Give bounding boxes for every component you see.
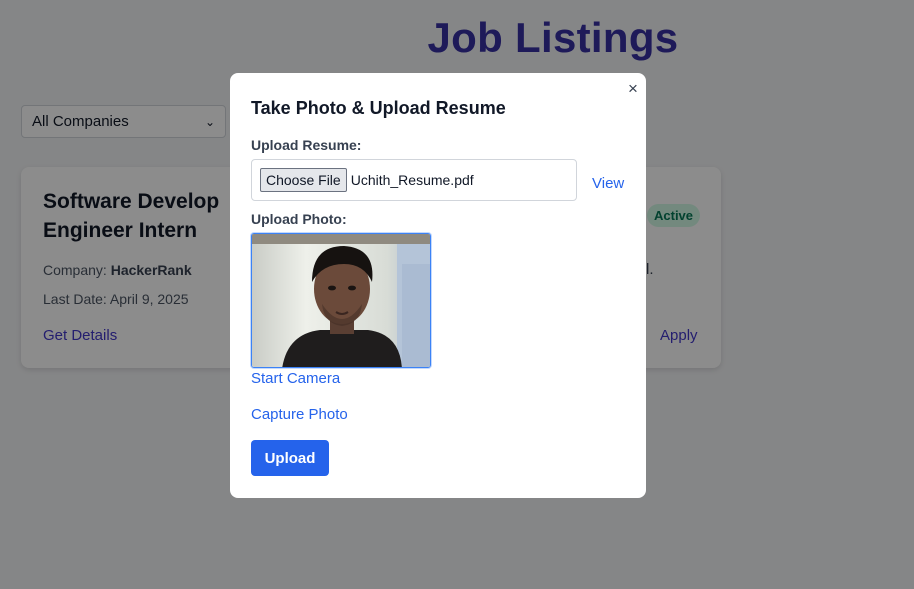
choose-file-button[interactable]: Choose File (260, 168, 347, 192)
capture-photo-link[interactable]: Capture Photo (251, 406, 348, 423)
photo-label: Upload Photo: (251, 211, 347, 227)
modal-title: Take Photo & Upload Resume (251, 98, 506, 118)
selected-file-name: Uchith_Resume.pdf (350, 172, 474, 188)
camera-preview-image (252, 234, 430, 367)
resume-file-input[interactable]: Choose File Uchith_Resume.pdf (251, 159, 577, 201)
start-camera-link[interactable]: Start Camera (251, 370, 340, 387)
upload-modal: × Take Photo & Upload Resume Upload Resu… (230, 73, 646, 498)
resume-label: Upload Resume: (251, 137, 362, 153)
close-icon[interactable]: × (625, 80, 641, 97)
camera-preview (251, 233, 431, 368)
upload-button[interactable]: Upload (251, 440, 329, 476)
view-resume-link[interactable]: View (592, 175, 624, 192)
